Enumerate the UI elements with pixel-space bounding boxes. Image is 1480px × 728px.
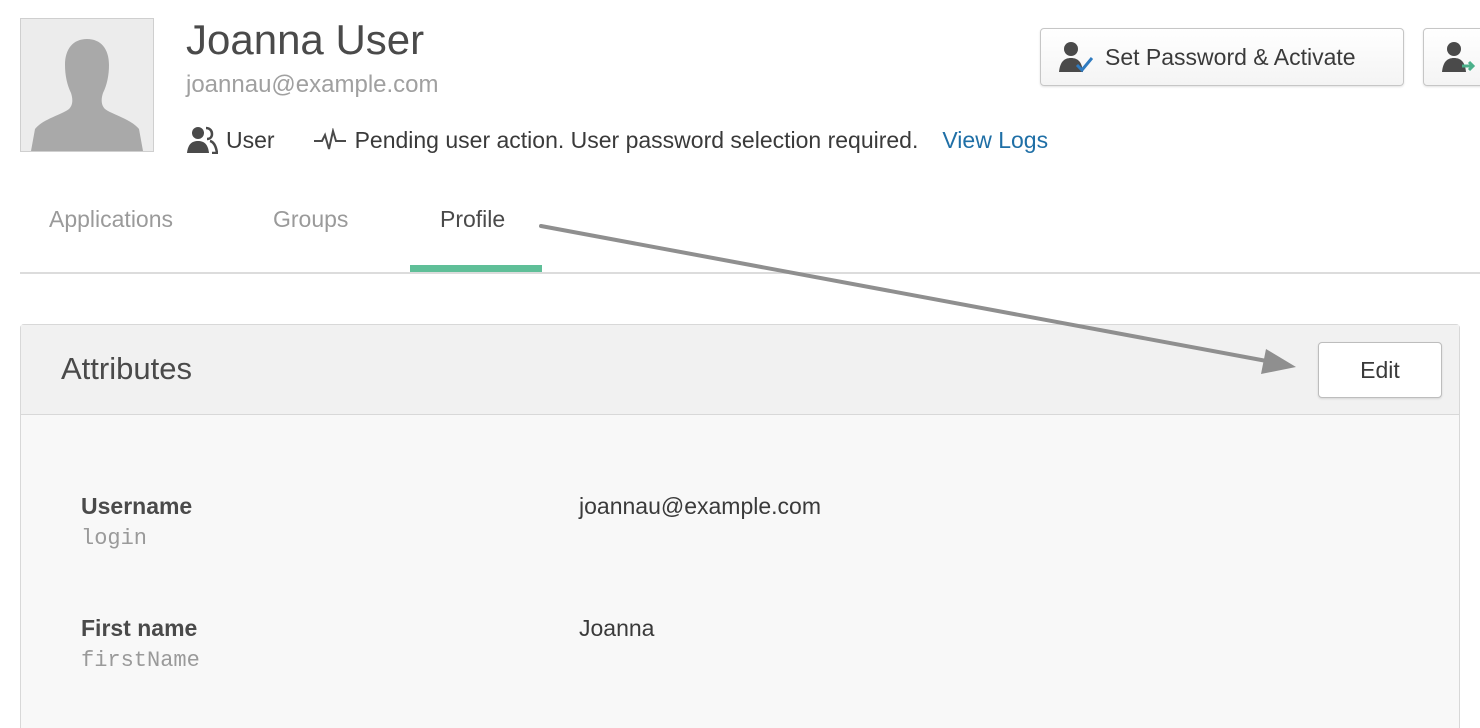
set-password-activate-button[interactable]: Set Password & Activate [1040,28,1404,86]
avatar [20,18,154,152]
tab-applications[interactable]: Applications [49,206,173,233]
user-role: User [226,126,275,153]
view-logs-link[interactable]: View Logs [942,127,1048,154]
user-role-icon [186,126,218,154]
tab-groups[interactable]: Groups [273,206,348,233]
tab-profile[interactable]: Profile [440,206,505,233]
attribute-key: firstName [81,648,200,673]
attributes-panel: Attributes Edit Username login joannau@e… [20,324,1460,728]
attribute-key: login [81,526,148,551]
panel-title: Attributes [61,351,192,386]
edit-button[interactable]: Edit [1318,342,1442,398]
user-status-text: Pending user action. User password selec… [354,126,919,153]
user-action-button[interactable] [1423,28,1480,86]
user-check-icon [1059,41,1093,73]
attribute-value: Joanna [579,615,655,641]
set-password-activate-label: Set Password & Activate [1105,43,1356,70]
attribute-label: First name [81,615,198,641]
active-tab-indicator [410,265,542,272]
activity-pulse-icon [313,128,347,152]
user-arrow-icon [1442,41,1476,73]
attributes-panel-header: Attributes Edit [21,325,1459,415]
user-status-row: User Pending user action. User password … [186,124,1048,156]
user-name: Joanna User [186,16,425,63]
user-email: joannau@example.com [186,71,439,98]
tab-bar: Applications Groups Profile [20,188,1480,274]
user-silhouette-icon [21,19,153,151]
attribute-value: joannau@example.com [579,493,821,519]
attribute-label: Username [81,493,193,519]
